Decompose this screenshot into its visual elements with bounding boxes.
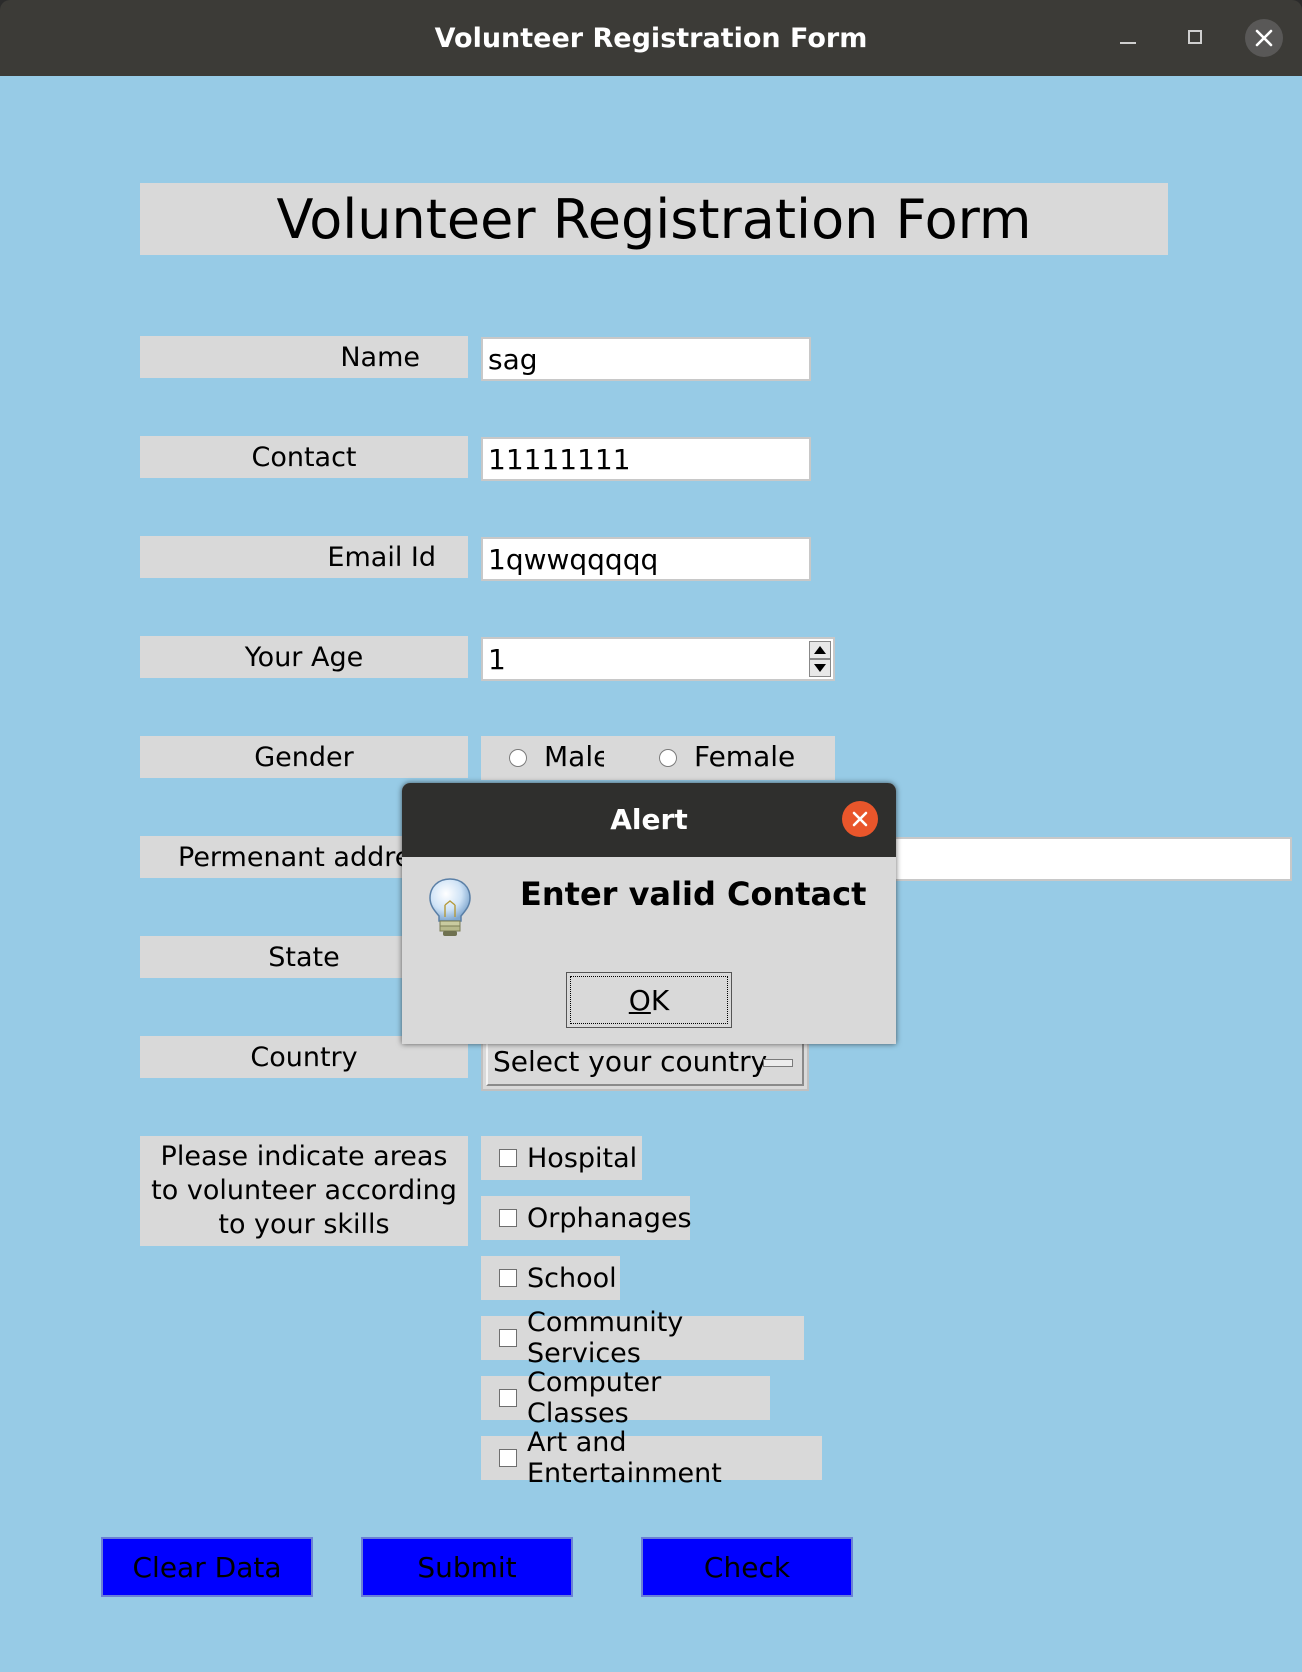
- checkbox-label: Orphanages: [527, 1202, 692, 1234]
- gender-radio-group: Male Female: [481, 736, 835, 780]
- alert-close-icon[interactable]: [842, 801, 878, 837]
- app-window: Volunteer Registration Form Volunteer Re…: [0, 0, 1302, 1672]
- submit-button[interactable]: Submit: [361, 1537, 573, 1597]
- checkbox-computer-classes[interactable]: Computer Classes: [481, 1367, 770, 1429]
- close-icon[interactable]: [1245, 19, 1283, 57]
- lightbulb-icon: [428, 877, 472, 943]
- checkbox-label: Community Services: [527, 1307, 684, 1369]
- contact-input[interactable]: 11111111: [481, 437, 811, 481]
- checkbox-label: Art and Entertainment: [527, 1427, 722, 1489]
- maximize-icon[interactable]: [1177, 19, 1215, 57]
- gender-label: Gender: [140, 736, 468, 778]
- dropdown-indicator-icon: [763, 1059, 793, 1067]
- age-spinner-arrows[interactable]: [809, 641, 831, 677]
- male-radio-label[interactable]: Male: [544, 738, 604, 776]
- checkbox-icon[interactable]: [499, 1269, 517, 1287]
- name-label: Name: [140, 336, 468, 378]
- checkbox-orphanages[interactable]: Orphanages: [481, 1196, 692, 1240]
- checkbox-icon[interactable]: [499, 1329, 517, 1347]
- alert-title: Alert: [610, 803, 688, 836]
- male-radio-icon[interactable]: [509, 749, 527, 767]
- alert-ok-label: OK: [628, 983, 670, 1017]
- checkbox-icon[interactable]: [499, 1209, 517, 1227]
- checkbox-label: Hospital: [527, 1142, 638, 1174]
- areas-label: Please indicate areas to volunteer accor…: [140, 1136, 468, 1246]
- checkbox-art-and-entertainment[interactable]: Art and Entertainment: [481, 1427, 822, 1489]
- female-radio-label[interactable]: Female: [694, 738, 795, 776]
- alert-message: Enter valid Contact: [520, 875, 867, 913]
- email-input[interactable]: 1qwwqqqqq: [481, 537, 811, 581]
- age-spinbox[interactable]: 1: [481, 637, 835, 681]
- checkbox-school[interactable]: School: [481, 1256, 620, 1300]
- female-radio-icon[interactable]: [659, 749, 677, 767]
- window-title: Volunteer Registration Form: [434, 23, 868, 54]
- email-label: Email Id: [140, 536, 468, 578]
- checkbox-label: School: [527, 1262, 617, 1294]
- checkbox-hospital[interactable]: Hospital: [481, 1136, 642, 1180]
- age-label: Your Age: [140, 636, 468, 678]
- age-value: 1: [488, 643, 506, 676]
- check-button[interactable]: Check: [641, 1537, 853, 1597]
- checkbox-label: Computer Classes: [527, 1367, 662, 1429]
- checkbox-icon[interactable]: [499, 1389, 517, 1407]
- country-dropdown-value: Select your country: [493, 1045, 768, 1078]
- checkbox-icon[interactable]: [499, 1449, 517, 1467]
- checkbox-community-services[interactable]: Community Services: [481, 1307, 804, 1369]
- name-input[interactable]: sag: [481, 337, 811, 381]
- clear-data-button[interactable]: Clear Data: [101, 1537, 313, 1597]
- contact-label: Contact: [140, 436, 468, 478]
- form-heading: Volunteer Registration Form: [140, 183, 1168, 255]
- checkbox-icon[interactable]: [499, 1149, 517, 1167]
- alert-ok-button[interactable]: OK: [566, 972, 732, 1028]
- alert-titlebar[interactable]: Alert: [402, 783, 896, 857]
- alert-dialog: Alert Enter valid Contact OK: [402, 783, 896, 1044]
- window-titlebar[interactable]: Volunteer Registration Form: [0, 0, 1302, 76]
- minimize-icon[interactable]: [1108, 19, 1146, 57]
